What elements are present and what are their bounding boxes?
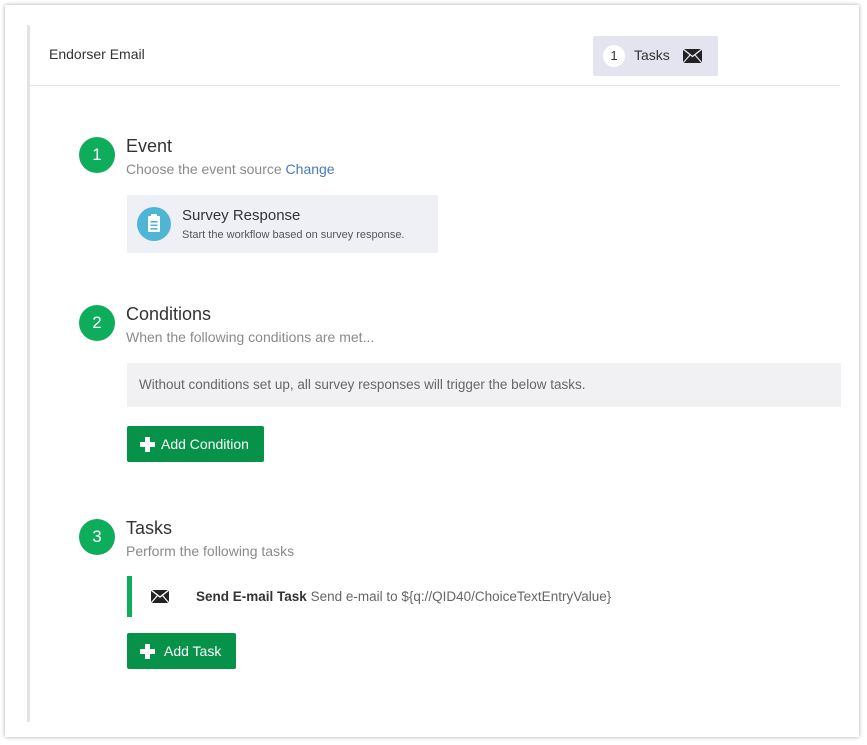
envelope-icon <box>151 590 169 603</box>
step-1-subtitle: Choose the event source Change <box>126 161 335 177</box>
tasks-count-badge: 1 <box>603 45 625 67</box>
tasks-label: Tasks <box>634 47 670 63</box>
survey-response-card[interactable]: Survey Response Start the workflow based… <box>127 195 438 253</box>
email-task-row[interactable]: Send E-mail Task Send e-mail to ${q://QI… <box>127 576 732 617</box>
plus-icon <box>140 437 155 452</box>
add-task-button[interactable]: Add Task <box>127 633 236 669</box>
conditions-notice: Without conditions set up, all survey re… <box>127 363 841 407</box>
clipboard-icon <box>137 207 171 241</box>
step-3-title: Tasks <box>126 518 173 538</box>
survey-response-subtitle: Start the workflow based on survey respo… <box>182 229 405 241</box>
survey-response-title: Survey Response <box>182 207 301 224</box>
step-1-badge: 1 <box>79 137 115 173</box>
tasks-summary-button[interactable]: 1 Tasks <box>593 36 718 76</box>
step-2-subtitle: When the following conditions are met... <box>126 329 375 345</box>
email-task-text: Send E-mail Task Send e-mail to ${q://QI… <box>196 589 611 604</box>
conditions-notice-text: Without conditions set up, all survey re… <box>139 377 586 392</box>
add-task-label: Add Task <box>164 643 222 659</box>
plus-icon <box>140 644 155 659</box>
add-condition-label: Add Condition <box>161 436 249 452</box>
email-task-description: Send e-mail to ${q://QID40/ChoiceTextEnt… <box>310 589 612 604</box>
step-3-subtitle: Perform the following tasks <box>126 543 295 559</box>
step-3-badge: 3 <box>79 519 115 555</box>
step-1-title: Event <box>126 136 173 156</box>
workflow-title: Endorser Email <box>49 46 145 62</box>
email-task-name: Send E-mail Task <box>196 589 307 604</box>
step-2-badge: 2 <box>79 305 115 341</box>
left-accent-bar <box>27 25 30 722</box>
change-event-link[interactable]: Change <box>286 161 335 177</box>
step-2-title: Conditions <box>126 304 212 324</box>
workflow-header: Endorser Email 1 Tasks <box>30 25 840 86</box>
add-condition-button[interactable]: Add Condition <box>127 426 264 462</box>
workflow-panel: Endorser Email 1 Tasks 1 Event Choose th… <box>5 5 859 737</box>
envelope-icon <box>683 49 702 63</box>
step-1-subtitle-text: Choose the event source <box>126 161 282 177</box>
